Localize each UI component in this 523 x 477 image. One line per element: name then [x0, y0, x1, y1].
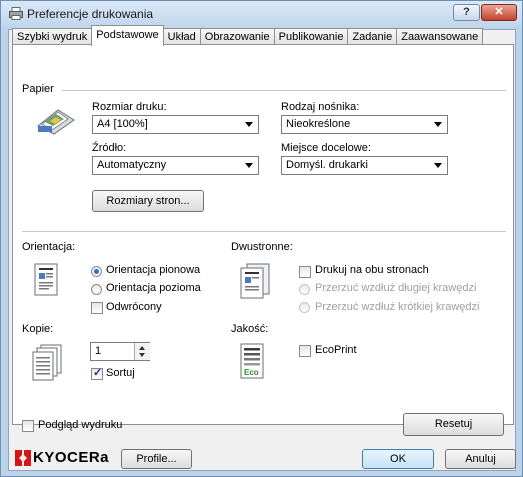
print-preview-checkbox[interactable]: [22, 420, 34, 432]
chevron-down-icon: [245, 163, 253, 168]
source-label: Źródło:: [92, 142, 127, 154]
duplex-page-icon: [240, 263, 270, 299]
destination-value: Domyśl. drukarki: [286, 159, 368, 171]
help-button[interactable]: ?: [453, 4, 480, 21]
paper-divider: [62, 90, 506, 91]
print-size-label: Rozmiar druku:: [92, 101, 167, 113]
cancel-button[interactable]: Anuluj: [445, 449, 516, 469]
destination-label: Miejsce docelowe:: [281, 142, 371, 154]
copies-spinner[interactable]: [134, 343, 150, 360]
flip-long-edge-radio[interactable]: [299, 284, 310, 295]
media-type-label: Rodzaj nośnika:: [281, 101, 360, 113]
quality-label: Jakość:: [231, 323, 269, 335]
flip-long-edge-label[interactable]: Przerzuć wzdłuż długiej krawędzi: [315, 282, 476, 294]
copies-label: Kopie:: [22, 323, 54, 335]
print-preferences-window: Preferencje drukowania ? ✕ Szybki wydruk…: [0, 0, 523, 477]
media-type-dropdown[interactable]: Nieokreślone: [281, 115, 448, 134]
title-bar[interactable]: Preferencje drukowania ? ✕: [1, 1, 522, 27]
spin-up-icon[interactable]: [139, 346, 145, 350]
print-both-sides-label[interactable]: Drukuj na obu stronach: [315, 264, 429, 276]
printer-icon: [9, 7, 23, 20]
section-divider: [22, 231, 506, 232]
rotated-checkbox[interactable]: [91, 302, 103, 314]
ecoprint-checkbox[interactable]: [299, 345, 311, 357]
portrait-label[interactable]: Orientacja pionowa: [106, 264, 200, 276]
spin-down-icon[interactable]: [139, 353, 145, 357]
reset-button[interactable]: Resetuj: [403, 413, 504, 436]
page-sizes-button[interactable]: Rozmiary stron...: [92, 190, 204, 212]
chevron-down-icon: [245, 122, 253, 127]
kyocera-logo-mark-icon: [15, 450, 31, 466]
close-button[interactable]: ✕: [481, 4, 517, 21]
basic-tab-panel: Papier Rozmiar druku: A4 [100%] Rodzaj n…: [12, 44, 514, 436]
collate-label[interactable]: Sortuj: [106, 367, 135, 379]
kyocera-wordmark: KYOCERa: [33, 449, 110, 466]
print-preview-label[interactable]: Podgląd wydruku: [38, 419, 122, 431]
destination-dropdown[interactable]: Domyśl. drukarki: [281, 156, 448, 175]
duplex-label: Dwustronne:: [231, 241, 293, 253]
print-size-value: A4 [100%]: [97, 118, 148, 130]
flip-short-edge-label[interactable]: Przerzuć wzdłuż krótkiej krawędzi: [315, 301, 479, 313]
tab-publishing[interactable]: Publikowanie: [273, 28, 349, 45]
tab-advanced[interactable]: Zaawansowane: [396, 28, 484, 45]
window-title: Preferencje drukowania: [27, 7, 154, 21]
rotated-label[interactable]: Odwrócony: [106, 301, 162, 313]
portrait-radio[interactable]: [91, 266, 102, 277]
orientation-label: Orientacja:: [22, 241, 76, 253]
eco-badge: Eco: [244, 368, 259, 377]
flip-short-edge-radio[interactable]: [299, 302, 310, 313]
copies-stack-icon: [32, 344, 62, 381]
copies-value: 1: [95, 345, 102, 357]
landscape-label[interactable]: Orientacja pozioma: [106, 282, 201, 294]
tab-imaging[interactable]: Obrazowanie: [199, 28, 275, 45]
collate-checkbox[interactable]: [91, 366, 103, 380]
tab-job[interactable]: Zadanie: [347, 28, 398, 45]
tab-strip: Szybki wydruk Podstawowe Układ Obrazowan…: [12, 25, 484, 46]
landscape-radio[interactable]: [91, 284, 102, 295]
tab-quick-print[interactable]: Szybki wydruk: [12, 28, 93, 45]
source-dropdown[interactable]: Automatyczny: [92, 156, 259, 175]
media-type-value: Nieokreślone: [286, 118, 351, 130]
portrait-page-icon: [34, 263, 58, 296]
paper-tray-icon: [37, 109, 75, 135]
ecoprint-label[interactable]: EcoPrint: [315, 344, 357, 356]
profile-button[interactable]: Profile...: [121, 449, 192, 469]
tab-basic[interactable]: Podstawowe: [91, 25, 164, 46]
source-value: Automatyczny: [97, 159, 167, 171]
chevron-down-icon: [434, 122, 442, 127]
print-both-sides-checkbox[interactable]: [299, 266, 311, 278]
ok-button[interactable]: OK: [362, 449, 434, 469]
chevron-down-icon: [434, 163, 442, 168]
print-size-dropdown[interactable]: A4 [100%]: [92, 115, 259, 134]
tab-layout[interactable]: Układ: [162, 28, 201, 45]
paper-group-label: Papier: [22, 83, 54, 95]
